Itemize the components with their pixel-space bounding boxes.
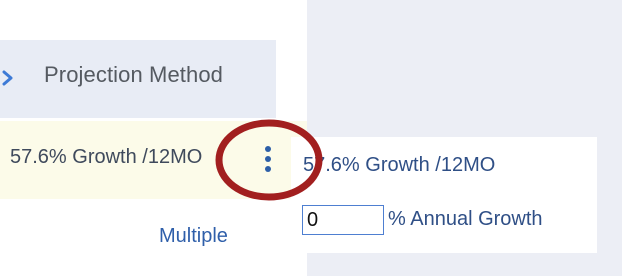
kebab-menu-icon[interactable]: [262, 145, 274, 173]
chevron-right-icon[interactable]: [2, 68, 14, 88]
row-projection-value: 57.6% Growth /12MO: [10, 146, 203, 168]
column-header-label: Projection Method: [44, 62, 224, 87]
kebab-dot: [265, 166, 271, 172]
projection-method-header: Projection Method: [0, 40, 276, 118]
multiple-link[interactable]: Multiple: [159, 225, 228, 248]
chevron-right-icon-graphic: [2, 70, 13, 86]
annual-growth-label: % Annual Growth: [388, 208, 543, 230]
annual-growth-input[interactable]: [302, 205, 384, 235]
projection-row[interactable]: 57.6% Growth /12MO: [0, 121, 307, 199]
growth-popup: 57.6% Growth /12MO % Annual Growth: [291, 137, 597, 253]
kebab-dot: [265, 146, 271, 152]
popup-growth-option[interactable]: 57.6% Growth /12MO: [303, 154, 495, 177]
projection-method-panel: Projection Method 57.6% Growth /12MO 57.…: [0, 0, 622, 276]
kebab-dot: [265, 156, 271, 162]
